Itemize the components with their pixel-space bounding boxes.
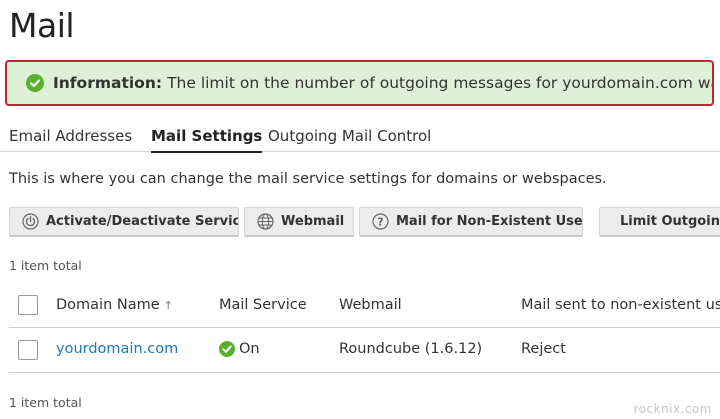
page-title: Mail xyxy=(9,6,75,45)
domain-link[interactable]: yourdomain.com xyxy=(56,341,178,357)
watermark: rocknix.com xyxy=(633,402,712,416)
question-icon: ? xyxy=(372,213,389,230)
row-checkbox[interactable] xyxy=(18,340,38,360)
sort-ascending-icon: ↑ xyxy=(163,299,173,312)
webmail-label: Webmail xyxy=(281,214,345,229)
webmail-value: Roundcube (1.6.12) xyxy=(339,341,483,357)
webmail-button[interactable]: Webmail xyxy=(244,207,354,237)
column-mail-sent-to-non-existent-users[interactable]: Mail sent to non-existent users xyxy=(521,297,720,313)
check-circle-icon xyxy=(219,341,235,357)
non-existent-users-value: Reject xyxy=(521,341,566,357)
column-domain-name-label: Domain Name xyxy=(56,297,160,313)
mail-service-value: On xyxy=(239,341,260,357)
tab-email-addresses[interactable]: Email Addresses xyxy=(9,127,132,151)
svg-text:?: ? xyxy=(377,216,383,229)
column-mail-service[interactable]: Mail Service xyxy=(219,297,307,313)
tab-outgoing-mail-control[interactable]: Outgoing Mail Control xyxy=(268,127,431,151)
limit-outgoing-messages-label: Limit Outgoing Messages xyxy=(620,214,720,229)
activate-deactivate-services-button[interactable]: Activate/Deactivate Services xyxy=(9,207,239,237)
mail-service-status: On xyxy=(219,341,260,357)
mail-for-non-existent-users-label: Mail for Non-Existent Users xyxy=(396,214,583,229)
item-count-top: 1 item total xyxy=(9,258,82,273)
mail-for-non-existent-users-button[interactable]: ? Mail for Non-Existent Users xyxy=(359,207,583,237)
page-description: This is where you can change the mail se… xyxy=(9,171,607,187)
table-row: yourdomain.com On Roundcube (1.6.12) Rej… xyxy=(9,328,720,373)
select-all-checkbox[interactable] xyxy=(18,295,38,315)
alert-message: The limit on the number of outgoing mess… xyxy=(167,74,712,92)
tab-bar: Email Addresses Mail Settings Outgoing M… xyxy=(0,125,720,153)
alert-label: Information: xyxy=(53,74,163,92)
power-icon xyxy=(22,213,39,230)
column-webmail[interactable]: Webmail xyxy=(339,297,402,313)
check-circle-icon xyxy=(26,74,44,92)
globe-icon xyxy=(257,213,274,230)
limit-outgoing-messages-button[interactable]: Limit Outgoing Messages xyxy=(599,207,720,237)
info-alert: Information: The limit on the number of … xyxy=(5,60,714,106)
column-domain-name[interactable]: Domain Name ↑ xyxy=(56,297,173,313)
activate-deactivate-services-label: Activate/Deactivate Services xyxy=(46,214,239,229)
table-header: Domain Name ↑ Mail Service Webmail Mail s… xyxy=(9,285,720,328)
item-count-bottom: 1 item total xyxy=(9,395,82,410)
tab-mail-settings[interactable]: Mail Settings xyxy=(151,127,263,153)
